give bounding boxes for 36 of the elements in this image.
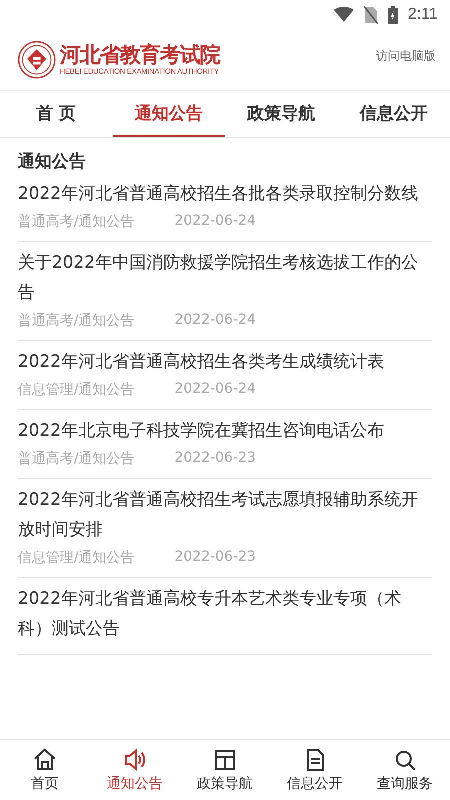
article-category: 信息管理/通知公告 [18,381,135,399]
article-category: 普通高考/通知公告 [18,312,135,330]
article-date: 2022-06-23 [174,450,256,468]
status-time: 2:11 [408,6,438,24]
article-category: 普通高考/通知公告 [18,450,135,468]
bottom-nav-item[interactable]: 查询服务 [360,740,450,800]
nav-tab[interactable]: 首 页 [0,91,112,137]
article-category: 普通高考/通知公告 [18,213,135,231]
bottom-nav-item[interactable]: 通知公告 [90,740,180,800]
bottom-nav-item[interactable]: 信息公开 [270,740,360,800]
article-title[interactable]: 2022年河北省普通高校招生各类考生成绩统计表 [18,347,432,377]
book-icon [212,747,238,773]
bottom-nav-item[interactable]: 政策导航 [180,740,270,800]
nav-tab[interactable]: 信息公开 [338,91,450,137]
article-date: 2022-06-24 [174,213,256,231]
nav-tab[interactable]: 通知公告 [112,91,225,137]
article-category: 信息管理/通知公告 [18,549,135,567]
section-title: 通知公告 [18,151,87,173]
desktop-version-link[interactable]: 访问电脑版 [376,48,436,65]
battery-icon [388,6,398,24]
article-title[interactable]: 2022年河北省普通高校招生各批各类录取控制分数线 [18,179,432,209]
site-title: 河北省教育考试院 [60,43,220,67]
article-date: 2022-06-24 [174,312,256,330]
article-title[interactable]: 关于2022年中国消防救援学院招生考核选拔工作的公告 [18,248,432,308]
article-date: 2022-06-24 [174,381,256,399]
bottom-nav-item[interactable]: 首页 [0,740,90,800]
article-date: 2022-06-23 [174,549,256,567]
speaker-icon [122,747,148,773]
no-sim-icon [364,6,378,24]
article-title[interactable]: 2022年河北省普通高校专升本艺术类专业专项（术科）测试公告 [18,584,432,644]
wifi-icon [334,7,354,23]
article-title[interactable]: 2022年北京电子科技学院在冀招生咨询电话公布 [18,416,432,446]
article-title[interactable]: 2022年河北省普通高校招生考试志愿填报辅助系统开放时间安排 [18,485,432,545]
nav-tab[interactable]: 政策导航 [225,91,338,137]
emblem-icon [18,41,56,79]
home-icon [32,747,58,773]
